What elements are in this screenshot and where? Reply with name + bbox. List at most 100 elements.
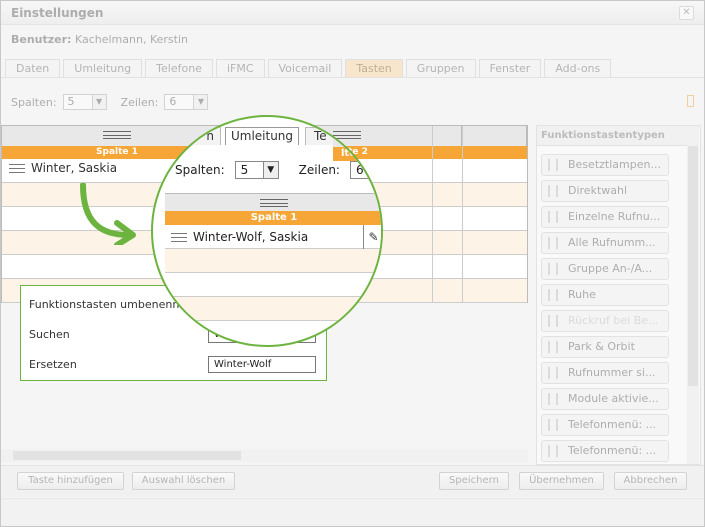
function-key-types-panel: Funktionstastentypen Besetztlampen... Di…	[536, 125, 701, 465]
mag-rows-label: Zeilen:	[298, 163, 340, 177]
columns-value: 5	[67, 95, 75, 108]
mag-column-drag-header[interactable]	[165, 193, 381, 211]
mag-config-row: Spalten: 5 ▼ Zeilen: 6	[175, 161, 381, 179]
mag-grid-row[interactable]	[165, 273, 381, 297]
chevron-down-icon: ▼	[91, 95, 106, 109]
function-key-item[interactable]: Ruhe	[541, 284, 669, 306]
columns-label: Spalten:	[11, 95, 57, 109]
horizontal-scrollbar[interactable]	[1, 449, 528, 462]
mag-columns-select[interactable]: 5 ▼	[234, 161, 279, 179]
cancel-button[interactable]: Abbrechen	[614, 472, 687, 490]
info-icon[interactable]	[687, 95, 694, 107]
mag-grid-row[interactable]	[165, 249, 381, 273]
drag-handle-icon	[9, 163, 25, 173]
mag-key-label: Winter-Wolf, Saskia	[193, 230, 309, 244]
rows-select[interactable]: 6 ▼	[164, 94, 209, 110]
mag-key-row[interactable]: Winter-Wolf, Saskia ✎	[165, 225, 381, 249]
function-key-item[interactable]: Park & Orbit	[541, 336, 669, 358]
tab-gruppen[interactable]: Gruppen	[405, 59, 476, 77]
pencil-icon[interactable]: ✎	[363, 225, 381, 249]
drag-handle-icon	[548, 237, 558, 249]
drag-handle-icon	[548, 367, 558, 379]
column-divider	[432, 126, 433, 302]
apply-button[interactable]: Übernehmen	[519, 472, 604, 490]
tab-ifmc[interactable]: iFMC	[215, 59, 265, 77]
status-bar	[1, 498, 704, 526]
drag-handle-icon	[548, 393, 558, 405]
tab-fenster[interactable]: Fenster	[478, 59, 542, 77]
column-divider	[462, 126, 463, 302]
chevron-down-icon: ▼	[262, 162, 278, 178]
mag-rows-value: 6	[355, 163, 364, 177]
mag-tab-prev[interactable]: n	[163, 127, 221, 145]
tab-tasten[interactable]: Tasten	[345, 59, 403, 77]
panel-title: Funktionstastentypen	[537, 126, 688, 146]
mag-col2-header: lte 2	[333, 147, 381, 161]
rows-value: 6	[169, 95, 177, 108]
drag-handle-icon	[548, 445, 558, 457]
function-key-item[interactable]: Gruppe An-/A...	[541, 258, 669, 280]
columns-select[interactable]: 5 ▼	[62, 94, 107, 110]
vertical-scrollbar[interactable]	[687, 126, 699, 464]
drag-handle-icon	[548, 289, 558, 301]
function-key-item[interactable]: Einzelne Rufnu...	[541, 206, 669, 228]
function-key-item[interactable]: Telefonmenü: ...	[541, 414, 669, 436]
drag-handle-icon	[548, 185, 558, 197]
tab-bar: Daten Umleitung Telefone iFMC Voicemail …	[5, 59, 614, 77]
function-key-item[interactable]: Besetztlampen...	[541, 154, 669, 176]
scrollbar-thumb[interactable]	[688, 146, 698, 386]
mag-tab-umleitung[interactable]: Umleitung	[225, 127, 299, 145]
replace-label: Ersetzen	[29, 358, 77, 371]
column-3-header	[462, 146, 527, 159]
function-key-item[interactable]: Alle Rufnumm...	[541, 232, 669, 254]
tab-telefone[interactable]: Telefone	[145, 59, 213, 77]
drag-handle-icon	[548, 341, 558, 353]
drag-handle-icon	[548, 211, 558, 223]
function-key-item[interactable]: Module aktivie...	[541, 388, 669, 410]
mag-columns-value: 5	[240, 163, 249, 177]
column-drag-header[interactable]	[462, 126, 527, 146]
mag-grid-header-strip	[333, 127, 381, 147]
mag-col1-header: Spalte 1	[165, 211, 381, 225]
save-button[interactable]: Speichern	[439, 472, 509, 490]
mag-tab-next[interactable]: Te	[305, 127, 335, 145]
drag-handle-icon	[548, 419, 558, 431]
title-bar: Einstellungen ✕	[1, 1, 704, 25]
mag-grid-row[interactable]	[165, 297, 381, 321]
drag-handle-icon	[548, 315, 558, 327]
drag-handle-icon	[349, 132, 377, 140]
grid-key-label[interactable]: Winter, Saskia	[9, 161, 117, 175]
tab-voicemail[interactable]: Voicemail	[267, 59, 343, 77]
function-key-item[interactable]: Direktwahl	[541, 180, 669, 202]
drag-handle-icon	[548, 159, 558, 171]
grid-config-row: Spalten: 5 ▼ Zeilen: 6 ▼	[11, 94, 222, 110]
drag-handle-icon	[171, 233, 187, 242]
user-row: Benutzer: Kachelmann, Kerstin	[11, 33, 188, 46]
user-label: Benutzer:	[11, 33, 72, 46]
tab-daten[interactable]: Daten	[5, 59, 61, 77]
user-name: Kachelmann, Kerstin	[74, 33, 188, 46]
search-label: Suchen	[29, 328, 70, 341]
rows-label: Zeilen:	[120, 95, 159, 109]
clear-selection-button[interactable]: Auswahl löschen	[132, 472, 235, 490]
mag-rows-select[interactable]: 6	[349, 161, 381, 179]
tab-add-ons[interactable]: Add-ons	[544, 59, 612, 77]
window-title: Einstellungen	[11, 6, 104, 20]
scrollbar-thumb[interactable]	[13, 451, 241, 460]
function-key-item[interactable]: Rufnummer si...	[541, 362, 669, 384]
replace-input[interactable]: Winter-Wolf	[208, 356, 316, 373]
mag-columns-label: Spalten:	[175, 163, 225, 177]
tab-divider	[1, 77, 704, 78]
close-icon[interactable]: ✕	[679, 6, 694, 20]
chevron-down-icon: ▼	[193, 95, 208, 109]
drag-handle-icon	[260, 199, 288, 207]
function-key-item[interactable]: Rückruf bei Be...	[541, 310, 669, 332]
tab-umleitung[interactable]: Umleitung	[63, 59, 143, 77]
magnifier-lens: n Umleitung Te lte 2 Spalten: 5 ▼ Zeilen:…	[151, 115, 383, 347]
function-key-item[interactable]: Telefonmenü: ...	[541, 440, 669, 462]
arrow-right-icon	[80, 183, 136, 245]
drag-handle-icon	[548, 263, 558, 275]
drag-handle-icon	[102, 131, 131, 139]
settings-window: Einstellungen ✕ Benutzer: Kachelmann, Ke…	[0, 0, 705, 527]
add-key-button[interactable]: Taste hinzufügen	[17, 472, 124, 490]
